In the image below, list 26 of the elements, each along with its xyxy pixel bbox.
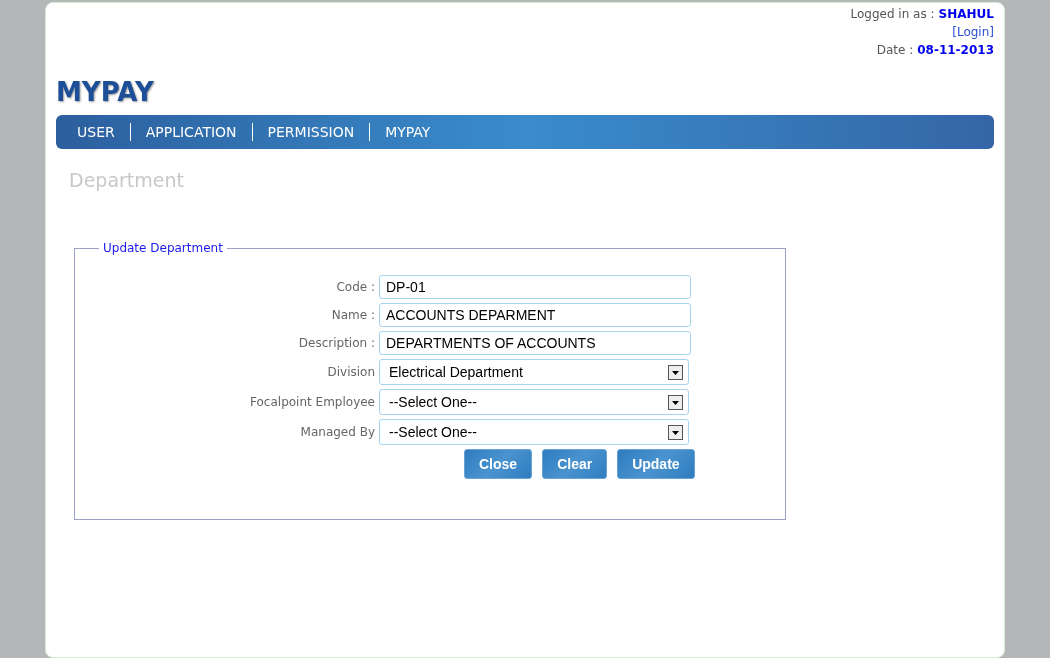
date-label: Date : [876,43,914,57]
select-field[interactable]: Electrical Department [379,359,689,385]
form-button[interactable]: Update [617,449,695,479]
form-legend: Update Department [99,241,227,255]
select-field[interactable]: --Select One-- [379,419,689,445]
field-label: Division [326,365,375,379]
form-button[interactable]: Clear [542,449,608,479]
input-field[interactable]: ACCOUNTS DEPARMENT [379,303,691,327]
field-label: Name : [330,308,375,322]
logo: MYPAY [56,77,154,107]
nav-item[interactable]: MYPAY [369,123,446,141]
field-label: Code : [335,280,375,294]
select-field[interactable]: --Select One-- [379,389,689,415]
input-field[interactable]: DP-01 [379,275,691,299]
logged-in-label: Logged in as : [850,7,935,21]
field-label: Description : [297,336,375,350]
nav-item[interactable]: PERMISSION [251,123,370,141]
form-button[interactable]: Close [464,449,533,479]
field-label: Managed By [299,425,375,439]
input-field[interactable]: DEPARTMENTS OF ACCOUNTS [379,331,691,355]
nav-item[interactable]: APPLICATION [129,123,252,141]
field-label: Focalpoint Employee [249,395,375,409]
login-link[interactable]: [Login] [952,25,994,39]
date-value: 08-11-2013 [917,43,994,57]
user-name: SHAHUL [938,7,994,21]
nav-item[interactable]: USER [62,123,130,141]
